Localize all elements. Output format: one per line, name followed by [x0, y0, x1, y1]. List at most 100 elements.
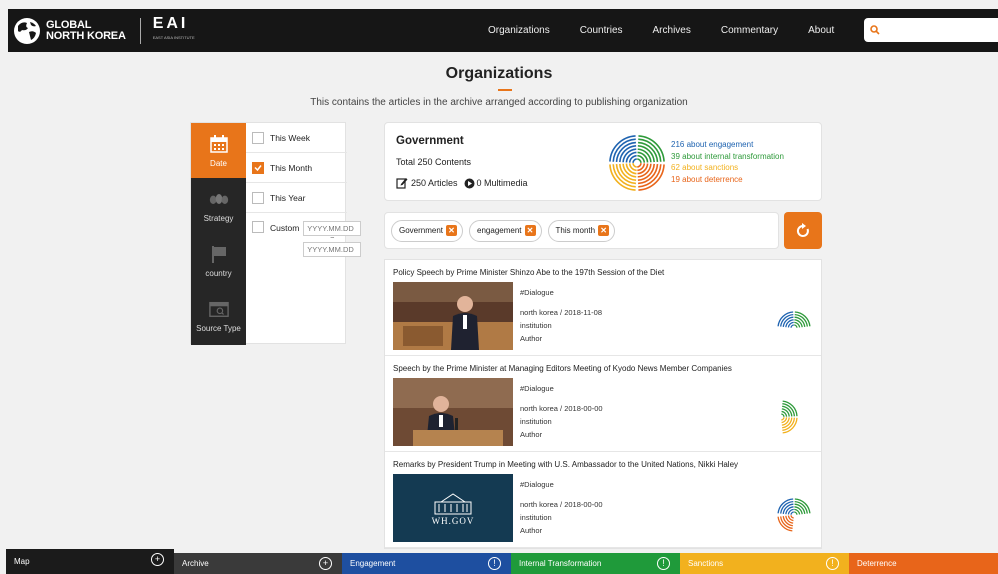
article-thumbnail[interactable]: [393, 282, 513, 350]
option-this-week[interactable]: This Week: [246, 123, 347, 153]
info-circle-icon[interactable]: !: [657, 557, 670, 570]
globe-icon: [14, 17, 40, 44]
date-filter-options: This Week This Month This Year Custom ~: [246, 123, 362, 265]
logo-line-2: NORTH KOREA: [46, 29, 126, 42]
option-this-month-label: This Month: [270, 162, 313, 173]
info-circle-icon[interactable]: !: [488, 557, 501, 570]
bottom-tab-deterrence-label: Deterrence: [857, 559, 897, 568]
option-custom-label: Custom: [270, 223, 300, 233]
nav-about[interactable]: About: [808, 25, 834, 36]
nav-countries[interactable]: Countries: [580, 25, 623, 36]
list-item[interactable]: Remarks by President Trump in Meeting wi…: [385, 452, 821, 548]
option-this-month[interactable]: This Month: [246, 153, 347, 183]
ring-arc: [794, 324, 798, 328]
custom-from-date-input[interactable]: [303, 221, 362, 236]
top-navigation-bar: GLOBAL NORTH KOREA EAI EAST ASIA INSTITU…: [8, 9, 998, 52]
eai-logo[interactable]: EAI EAST ASIA INSTITUTE: [152, 14, 195, 45]
ring-arc: [790, 515, 794, 519]
article-hashtag[interactable]: #Dialogue: [520, 382, 603, 395]
tag-government-label: Government: [399, 226, 444, 235]
tag-engagement[interactable]: engagement ✕: [469, 219, 542, 242]
bottom-tab-archive-label: Archive: [182, 559, 209, 568]
tag-this-month[interactable]: This month ✕: [547, 219, 616, 242]
tag-government[interactable]: Government ✕: [391, 219, 464, 242]
ring-arc: [790, 324, 794, 328]
legend-deterrence: 19 about deterrence: [671, 174, 743, 184]
article-thumbnail[interactable]: WH.GOV: [393, 474, 513, 542]
bottom-tab-sanctions[interactable]: Sanctions !: [680, 553, 849, 574]
ring-arc: [794, 511, 798, 515]
option-custom[interactable]: Custom ~: [246, 213, 362, 265]
filter-tab-country-label: country: [205, 268, 232, 278]
eai-logo-text: EAI: [152, 14, 189, 32]
global-north-korea-logo[interactable]: GLOBAL NORTH KOREA: [14, 17, 126, 44]
eai-logo-subtext: EAST ASIA INSTITUTE: [152, 34, 195, 40]
strategy-mini-chart: [781, 400, 798, 434]
custom-checkbox[interactable]: [252, 221, 264, 233]
article-title[interactable]: Policy Speech by Prime Minister Shinzo A…: [393, 268, 664, 277]
search-input[interactable]: [884, 24, 994, 36]
bottom-tab-internal-transformation[interactable]: Internal Transformation !: [511, 553, 680, 574]
option-this-year-label: This Year: [270, 192, 306, 203]
filter-panel: Date Strategy country Source Type This W…: [190, 122, 362, 345]
article-country-date: north korea / 2018-00-00: [520, 404, 603, 413]
bottom-tab-deterrence[interactable]: Deterrence: [849, 553, 998, 574]
list-item[interactable]: Speech by the Prime Minister at Managing…: [385, 356, 821, 452]
article-title[interactable]: Remarks by President Trump in Meeting wi…: [393, 460, 738, 469]
article-hashtag[interactable]: #Dialogue: [520, 286, 602, 299]
search-box[interactable]: [864, 18, 998, 42]
option-this-week-label: This Week: [270, 132, 310, 143]
article-meta: #Dialogue north korea / 2018-00-00 insti…: [520, 382, 603, 441]
bottom-tab-bar: Map + Archive + Engagement ! Internal Tr…: [0, 549, 998, 574]
ring-arc: [794, 311, 811, 327]
edit-icon: [396, 178, 408, 189]
source-type-icon: [208, 299, 229, 319]
ring-arc: [777, 498, 794, 514]
custom-to-date-input[interactable]: [303, 242, 362, 257]
nav-commentary[interactable]: Commentary: [721, 25, 778, 36]
active-filter-tags: Government ✕ engagement ✕ This month ✕: [384, 212, 779, 249]
article-institution: institution: [520, 321, 552, 330]
filter-tab-strategy[interactable]: Strategy: [191, 178, 246, 233]
filter-tab-source-type[interactable]: Source Type: [191, 288, 246, 343]
ring-arc: [782, 417, 798, 434]
article-title[interactable]: Speech by the Prime Minister at Managing…: [393, 364, 732, 373]
filter-tab-strategy-label: Strategy: [203, 213, 234, 223]
article-country-date: north korea / 2018-00-00: [520, 500, 603, 509]
article-author: Author: [520, 526, 543, 535]
nav-archives[interactable]: Archives: [653, 25, 691, 36]
filter-tab-date-label: Date: [210, 158, 227, 168]
legend-engagement: 216 about engagement: [671, 140, 754, 149]
nav-organizations[interactable]: Organizations: [488, 25, 550, 36]
this-month-checkbox[interactable]: [252, 161, 264, 174]
total-contents: Total 250 Contents: [396, 157, 472, 167]
ring-arc: [790, 511, 794, 515]
remove-tag-icon[interactable]: ✕: [598, 225, 610, 236]
reset-filters-button[interactable]: [784, 212, 822, 249]
article-thumbnail[interactable]: [393, 378, 513, 446]
remove-tag-icon[interactable]: ✕: [524, 225, 536, 236]
ring-arc: [637, 158, 642, 163]
bottom-tab-engagement[interactable]: Engagement !: [342, 553, 511, 574]
option-this-year[interactable]: This Year: [246, 183, 347, 213]
info-circle-icon[interactable]: !: [826, 557, 839, 570]
bottom-tab-archive[interactable]: Archive +: [174, 553, 342, 574]
search-icon[interactable]: [870, 25, 880, 35]
list-item[interactable]: Policy Speech by Prime Minister Shinzo A…: [385, 260, 821, 356]
plus-circle-icon[interactable]: +: [151, 553, 164, 566]
plus-circle-icon[interactable]: +: [319, 557, 332, 570]
main-nav: Organizations Countries Archives Comment…: [488, 9, 864, 52]
calendar-icon: [209, 134, 229, 154]
legend-internal-transformation: 39 about internal transformation: [671, 151, 784, 161]
ring-arc: [794, 498, 811, 514]
filter-tab-country[interactable]: country: [191, 233, 246, 288]
this-year-checkbox[interactable]: [252, 191, 264, 204]
filter-tab-date[interactable]: Date: [191, 123, 246, 178]
this-week-checkbox[interactable]: [252, 131, 264, 144]
bottom-tab-map[interactable]: Map +: [6, 549, 174, 574]
article-hashtag[interactable]: #Dialogue: [520, 478, 603, 491]
legend-sanctions: 62 about sanctions: [671, 163, 739, 172]
remove-tag-icon[interactable]: ✕: [446, 225, 458, 236]
logo-divider: [139, 17, 141, 44]
article-institution: institution: [520, 417, 552, 426]
